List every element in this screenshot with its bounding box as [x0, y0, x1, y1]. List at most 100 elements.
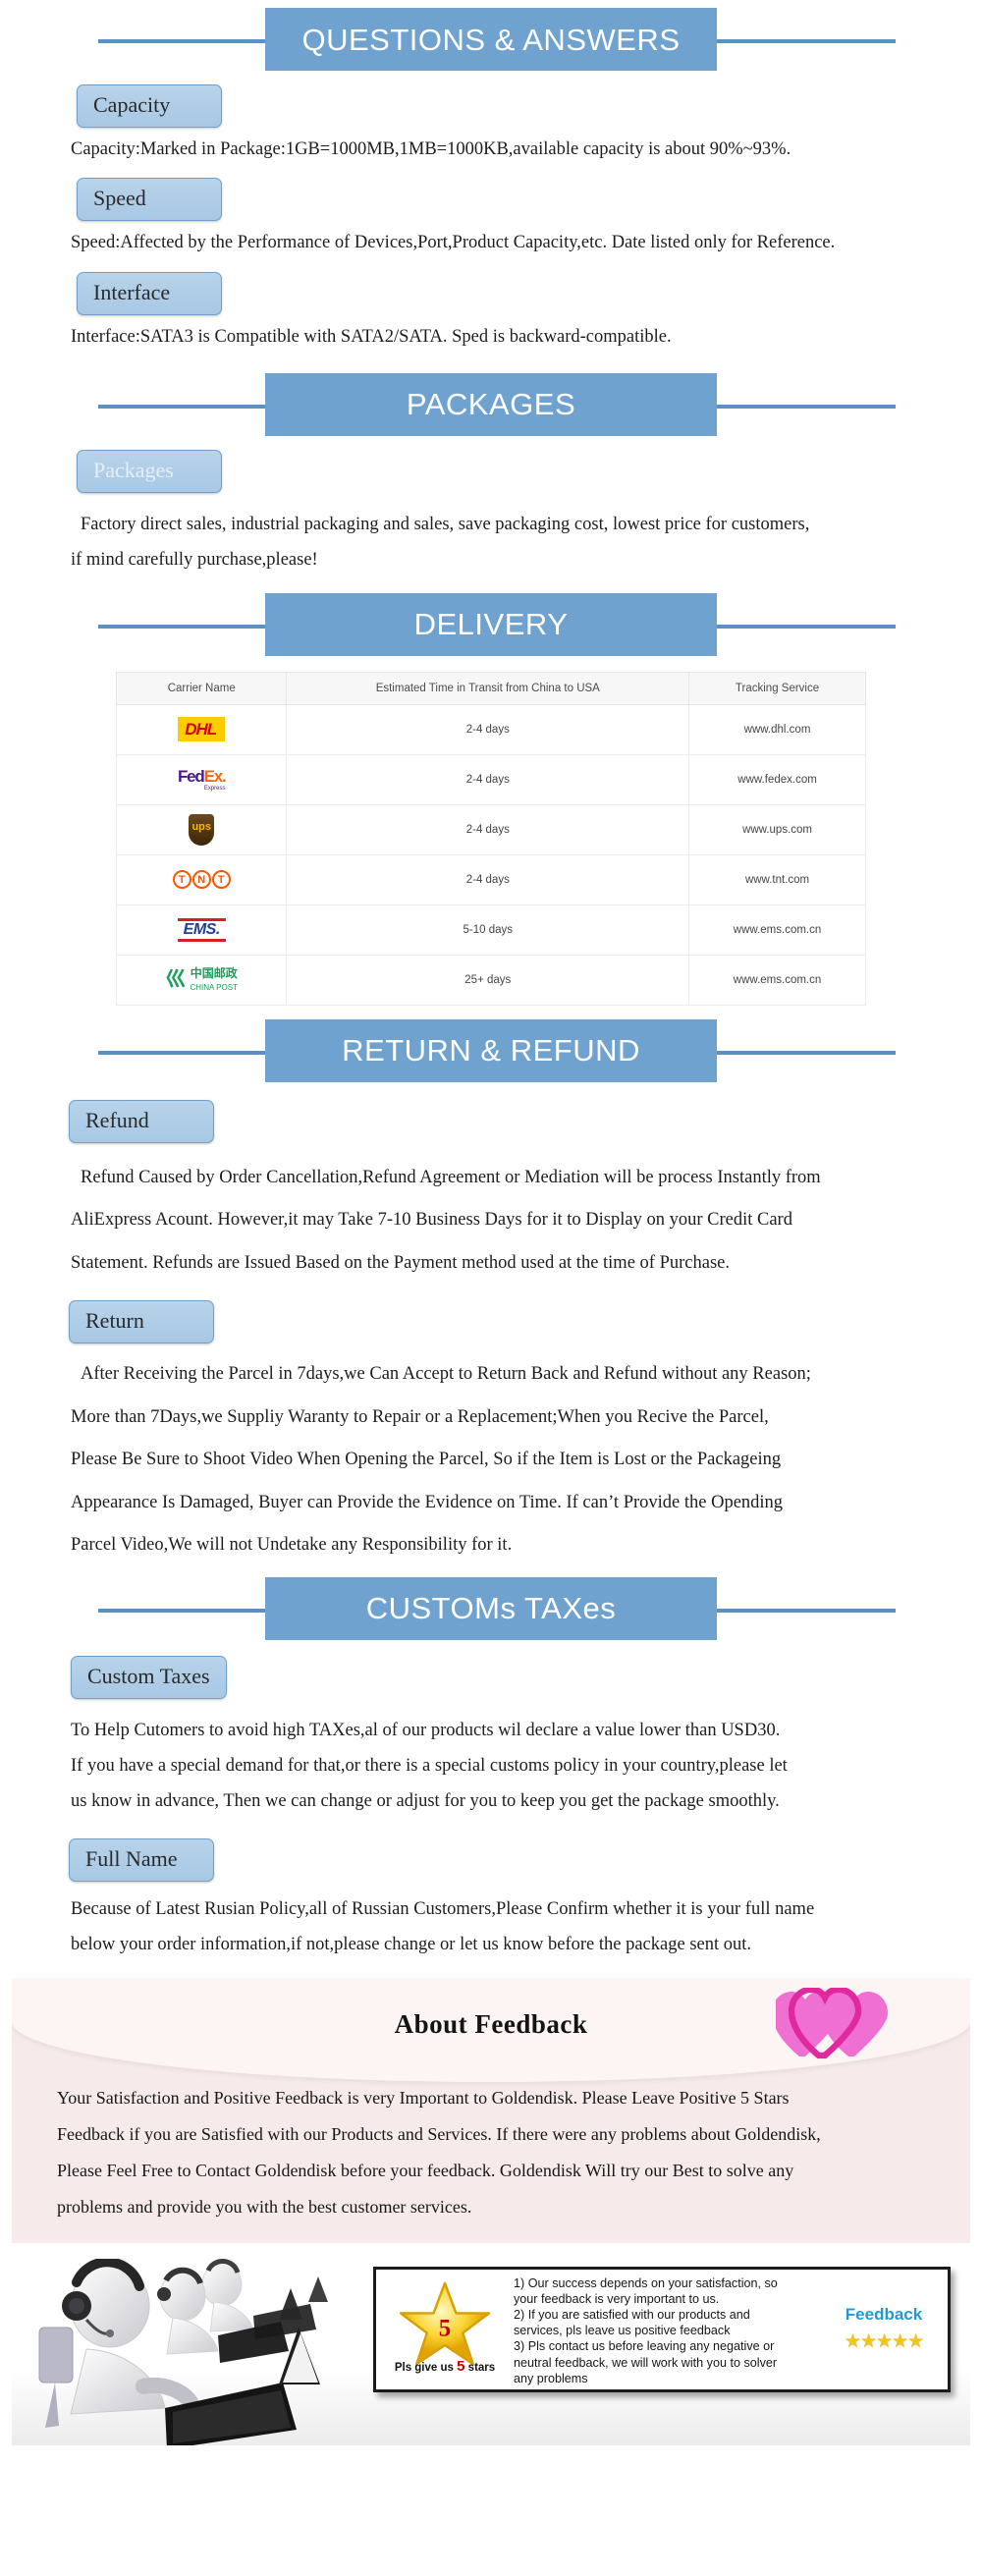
- table-row: EMS. 5-10 days www.ems.com.cn: [115, 904, 866, 956]
- tnt-letter-t2: T: [211, 870, 231, 890]
- tnt-logo-icon: T N T: [121, 861, 282, 899]
- section-banner-delivery: DELIVERY: [0, 592, 982, 656]
- feedback-point-line: 3) Pls contact us before leaving any neg…: [514, 2339, 775, 2354]
- ups-logo-icon: ups: [121, 811, 282, 849]
- label-return: Return: [69, 1300, 214, 1344]
- tracking-url[interactable]: www.fedex.com: [688, 753, 866, 805]
- banner-title-return-refund: RETURN & REFUND: [342, 1033, 640, 1069]
- transit-time: 25+ days: [286, 954, 690, 1006]
- table-row: DHL 2-4 days www.dhl.com: [115, 703, 866, 755]
- section-banner-questions-answers: QUESTIONS & ANSWERS: [0, 8, 982, 71]
- feedback-point-line: neutral feedback, we will work with you …: [514, 2355, 778, 2370]
- china-post-chinese-text: 中国邮政: [190, 966, 238, 981]
- ups-wordmark: ups: [189, 813, 215, 846]
- fedex-ex-text: Ex.: [203, 766, 227, 786]
- five-star-badge: 5 Pls give us 5 stars: [376, 2270, 514, 2389]
- star-icon: 5: [399, 2281, 491, 2365]
- section-banner-packages: PACKAGES: [0, 372, 982, 436]
- tracking-url[interactable]: www.ems.com.cn: [688, 954, 866, 1006]
- text-customs-line1: To Help Cutomers to avoid high TAXes,al …: [71, 1720, 781, 1740]
- dhl-logo-icon: DHL: [121, 711, 282, 748]
- tnt-wordmark: T N T: [172, 870, 231, 890]
- text-refund-line1: Refund Caused by Order Cancellation,Refu…: [81, 1167, 821, 1187]
- section-banner-return-refund: RETURN & REFUND: [0, 1018, 982, 1082]
- china-post-english-text: CHINA POST: [190, 982, 238, 992]
- carrier-logo-cell: FedEx. Express: [115, 753, 288, 805]
- banner-plate: QUESTIONS & ANSWERS: [265, 8, 717, 71]
- feedback-line-2: Feedback if you are Satisfied with our P…: [57, 2123, 821, 2144]
- china-post-emblem-icon: 巛: [165, 968, 187, 992]
- five-stars-icon: ★★★★★: [844, 2331, 924, 2353]
- label-refund: Refund: [69, 1099, 214, 1143]
- carrier-logo-cell: DHL: [115, 703, 288, 755]
- feedback-request-card: 5 Pls give us 5 stars 1) Our success dep…: [373, 2266, 951, 2392]
- label-packages: Packages: [77, 449, 222, 493]
- tnt-letter-t1: T: [172, 870, 191, 890]
- china-post-logo-icon: 巛 中国邮政 CHINA POST: [121, 961, 282, 999]
- text-return-line1: After Receiving the Parcel in 7days,we C…: [81, 1364, 811, 1385]
- text-return-line4: Appearance Is Damaged, Buyer can Provide…: [71, 1492, 784, 1512]
- table-row: ups 2-4 days www.ups.com: [115, 803, 866, 855]
- text-refund-line3: Statement. Refunds are Issued Based on t…: [71, 1252, 730, 1273]
- text-customs-line3: us know in advance, Then we can change o…: [71, 1790, 780, 1811]
- china-post-text-block: 中国邮政 CHINA POST: [191, 967, 238, 992]
- product-detail-page: QUESTIONS & ANSWERS Capacity Capacity:Ma…: [0, 0, 982, 2576]
- star-caption-pre: Pls give us: [394, 2361, 454, 2374]
- feedback-body: Your Satisfaction and Positive Feedback …: [12, 2072, 970, 2243]
- banner-rule-right: [707, 404, 896, 409]
- feedback-rating-block: Feedback ★★★★★: [824, 2270, 948, 2389]
- delivery-table-wrapper: Carrier Name Estimated Time in Transit f…: [0, 671, 982, 1006]
- text-fullname-line2: below your order information,if not,plea…: [71, 1934, 752, 1954]
- table-row: T N T 2-4 days www.tnt.com: [115, 853, 866, 905]
- feedback-point-line: your feedback is very important to us.: [514, 2291, 720, 2306]
- transit-time: 2-4 days: [286, 853, 690, 905]
- column-header-transit-time: Estimated Time in Transit from China to …: [286, 671, 690, 705]
- star-caption: Pls give us 5 stars: [376, 2358, 514, 2375]
- banner-title-customs-taxes: CUSTOMs TAXes: [365, 1591, 617, 1626]
- tracking-url[interactable]: www.ups.com: [688, 803, 866, 855]
- text-return-line5: Parcel Video,We will not Undetake any Re…: [71, 1535, 513, 1556]
- feedback-header: About Feedback: [12, 1977, 970, 2082]
- label-capacity: Capacity: [77, 84, 222, 128]
- banner-rule-right: [707, 1608, 896, 1613]
- tracking-url[interactable]: www.tnt.com: [688, 853, 866, 905]
- feedback-point-line: 2) If you are satisfied with our product…: [514, 2308, 750, 2323]
- ems-wordmark: EMS.: [177, 917, 226, 943]
- fedex-express-text: Express: [203, 785, 226, 792]
- feedback-line-1: Your Satisfaction and Positive Feedback …: [57, 2087, 790, 2108]
- fedex-fed-text: Fed: [177, 766, 205, 786]
- text-packages-line2: if mind carefully purchase,please!: [71, 549, 318, 570]
- text-speed: Speed:Affected by the Performance of Dev…: [71, 233, 836, 253]
- transit-time: 5-10 days: [286, 904, 690, 956]
- hearts-icon: [776, 1987, 888, 2059]
- text-packages-line1: Factory direct sales, industrial packagi…: [81, 514, 810, 534]
- china-post-wordmark: 巛 中国邮政 CHINA POST: [166, 967, 238, 992]
- about-feedback-panel: About Feedback Your Satisfaction and Pos…: [12, 1977, 970, 2243]
- feedback-points-list: 1) Our success depends on your satisfact…: [514, 2270, 824, 2389]
- customer-service-strip: 5 Pls give us 5 stars 1) Our success dep…: [12, 2248, 970, 2445]
- feedback-rating-label: Feedback: [845, 2305, 923, 2325]
- label-speed: Speed: [77, 178, 222, 222]
- transit-time: 2-4 days: [286, 803, 690, 855]
- transit-time: 2-4 days: [286, 703, 690, 755]
- banner-plate: DELIVERY: [265, 592, 717, 656]
- banner-plate: CUSTOMs TAXes: [265, 1576, 717, 1640]
- text-customs-line2: If you have a special demand for that,or…: [71, 1755, 788, 1776]
- tracking-url[interactable]: www.ems.com.cn: [688, 904, 866, 956]
- tnt-letter-n: N: [191, 870, 211, 890]
- fedex-logo-icon: FedEx. Express: [121, 761, 282, 798]
- text-return-line3: Please Be Sure to Shoot Video When Openi…: [71, 1450, 782, 1470]
- table-row: FedEx. Express 2-4 days www.fedex.com: [115, 753, 866, 805]
- text-fullname-line1: Because of Latest Rusian Policy,all of R…: [71, 1898, 815, 1919]
- table-row: 巛 中国邮政 CHINA POST 25+ days www.ems.com.c…: [115, 954, 866, 1006]
- star-caption-post: stars: [467, 2361, 496, 2374]
- fedex-wordmark: FedEx. Express: [177, 766, 227, 792]
- carrier-logo-cell: 巛 中国邮政 CHINA POST: [115, 954, 288, 1006]
- banner-rule-right: [707, 624, 896, 629]
- banner-rule-right: [707, 39, 896, 43]
- label-interface: Interface: [77, 271, 222, 315]
- tracking-url[interactable]: www.dhl.com: [688, 703, 866, 755]
- banner-title-delivery: DELIVERY: [413, 607, 569, 642]
- delivery-table: Carrier Name Estimated Time in Transit f…: [115, 671, 866, 1006]
- label-full-name: Full Name: [69, 1837, 214, 1882]
